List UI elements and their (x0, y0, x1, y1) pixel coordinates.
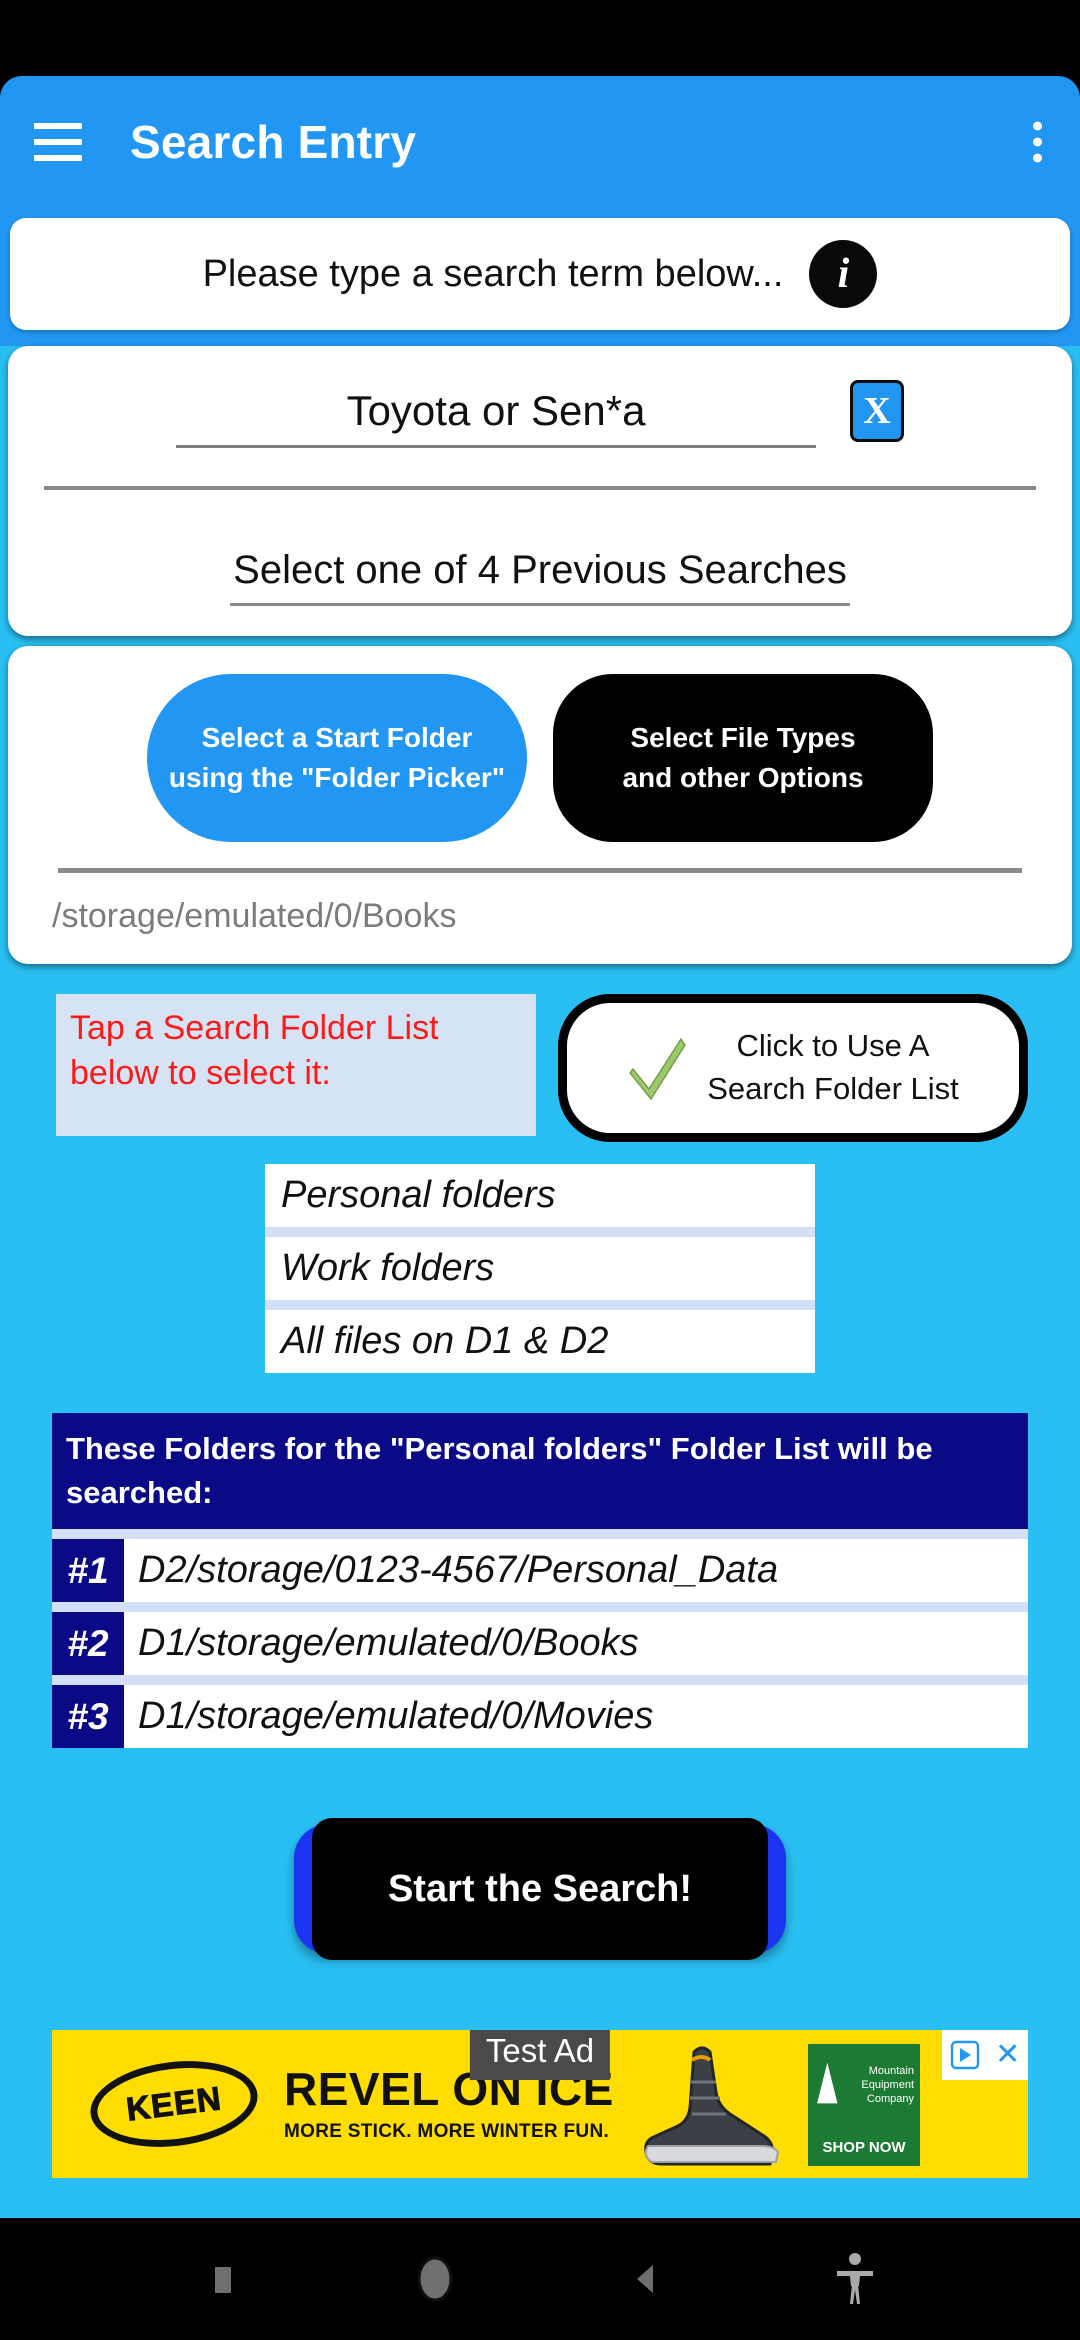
search-input-value[interactable]: Toyota or Sen*a (176, 387, 816, 448)
app-bar: Search Entry (0, 76, 1080, 208)
use-list-label-line2: Search Folder List (707, 1071, 959, 1106)
searched-folders-header: These Folders for the "Personal folders"… (52, 1413, 1028, 1530)
searched-folders-header-line1: These Folders for the "Personal folders"… (66, 1431, 933, 1466)
folder-row-number: #2 (52, 1612, 124, 1676)
folder-list-hint-line1: Tap a Search Folder List (70, 1009, 439, 1047)
current-start-folder-path: /storage/emulated/0/Books (52, 897, 457, 935)
ad-container: KEEN REVEL ON ICE MORE STICK. MORE WINTE… (0, 2030, 1080, 2179)
table-row[interactable]: #2 D1/storage/emulated/0/Books (52, 1612, 1028, 1676)
page-body: Toyota or Sen*a X Select one of 4 Previo… (0, 346, 1080, 2276)
folder-row-number: #1 (52, 1539, 124, 1603)
shop-now-button[interactable]: SHOP NOW (808, 2128, 920, 2167)
instruction-banner: Please type a search term below... i (10, 218, 1070, 330)
ad-banner[interactable]: KEEN REVEL ON ICE MORE STICK. MORE WINTE… (52, 2030, 1028, 2179)
use-list-label-line1: Click to Use A (736, 1028, 930, 1064)
adchoices-bar: ✕ (942, 2030, 1028, 2081)
accessibility-icon[interactable] (831, 2251, 879, 2307)
start-folder-label-line2: using the "Folder Picker" (168, 762, 506, 793)
folder-list-hint: Tap a Search Folder List below to select… (56, 994, 536, 1136)
info-icon[interactable]: i (809, 240, 878, 308)
close-icon[interactable]: ✕ (995, 2040, 1020, 2070)
folder-row-number: #3 (52, 1685, 124, 1749)
ad-subline: MORE STICK. MORE WINTER FUN. (284, 2120, 610, 2142)
page-title: Search Entry (130, 116, 417, 168)
keen-logo: KEEN (85, 2052, 263, 2156)
table-row[interactable]: #3 D1/storage/emulated/0/Movies (52, 1685, 1028, 1749)
status-bar (0, 0, 1080, 76)
mountain-icon (817, 2062, 838, 2104)
use-list-label: Click to Use A Search Folder List (707, 1025, 959, 1111)
advertiser-line2: Equipment (861, 2079, 914, 2092)
home-circle-icon[interactable] (407, 2251, 463, 2307)
advertiser-logo: Mountain Equipment Company (808, 2044, 920, 2129)
banner-container: Please type a search term below... i (0, 208, 1080, 346)
green-check-icon (629, 1037, 687, 1101)
file-types-label-line1: Select File Types (630, 722, 856, 754)
search-input-field[interactable]: Toyota or Sen*a (176, 387, 816, 448)
advertiser-line1: Mountain (868, 2065, 914, 2078)
instruction-text: Please type a search term below... (202, 252, 784, 295)
search-divider (44, 486, 1036, 490)
folder-row-path: D1/storage/emulated/0/Movies (138, 1695, 654, 1738)
folder-row-separator (52, 1675, 1028, 1686)
table-row[interactable]: #1 D2/storage/0123-4567/Personal_Data (52, 1539, 1028, 1603)
search-entry-card: Toyota or Sen*a X Select one of 4 Previo… (8, 346, 1072, 636)
start-search-container: Start the Search! (0, 1818, 1080, 1961)
test-ad-overlay: Test Ad (469, 2030, 611, 2081)
hamburger-menu-icon[interactable] (34, 123, 82, 161)
previous-searches-dropdown[interactable]: Select one of 4 Previous Searches (230, 548, 850, 606)
start-search-button[interactable]: Start the Search! (312, 1818, 768, 1961)
start-folder-label-line1: Select a Start Folder (201, 722, 473, 754)
recents-square-icon[interactable] (201, 2257, 245, 2301)
list-item[interactable]: Personal folders (265, 1164, 815, 1227)
folder-row-separator (52, 1602, 1028, 1613)
back-triangle-icon[interactable] (625, 2257, 669, 2301)
list-item[interactable]: All files on D1 & D2 (265, 1310, 815, 1373)
file-types-label-line2: and other Options (622, 762, 864, 793)
clear-search-button[interactable]: X (850, 380, 904, 442)
searched-folders-header-line2: searched: (66, 1475, 213, 1511)
list-separator (265, 1300, 815, 1310)
kebab-menu-icon[interactable] (1033, 121, 1042, 163)
list-item[interactable]: Work folders (265, 1237, 815, 1300)
search-input-row: Toyota or Sen*a X (34, 380, 1046, 448)
adchoices-icon[interactable] (950, 2040, 980, 2070)
winter-boot-image (644, 2046, 780, 2166)
keen-logo-text: KEEN (124, 2079, 224, 2128)
select-start-folder-button[interactable]: Select a Start Folder using the "Folder … (147, 674, 527, 842)
use-search-folder-list-button[interactable]: Click to Use A Search Folder List (558, 994, 1028, 1142)
advertiser-line3: Company (866, 2092, 914, 2105)
folder-row-separator (52, 1529, 1028, 1540)
folder-row-path: D2/storage/0123-4567/Personal_Data (138, 1549, 779, 1592)
start-search-outer: Start the Search! (294, 1818, 786, 1961)
searched-folders-block: These Folders for the "Personal folders"… (52, 1413, 1028, 1749)
phone-screen: Search Entry Please type a search term b… (0, 0, 1080, 2340)
folder-options-card: Select a Start Folder using the "Folder … (8, 646, 1072, 964)
option-buttons-row: Select a Start Folder using the "Folder … (34, 674, 1046, 842)
folder-list-chooser: Personal folders Work folders All files … (265, 1164, 815, 1373)
system-nav-bar (0, 2218, 1080, 2340)
folder-list-hint-line2: below to select it: (70, 1053, 331, 1092)
folder-list-selector-row: Tap a Search Folder List below to select… (0, 974, 1080, 1142)
list-separator (265, 1227, 815, 1237)
folder-row-path: D1/storage/emulated/0/Books (138, 1622, 639, 1665)
select-file-types-button[interactable]: Select File Types and other Options (553, 674, 933, 842)
